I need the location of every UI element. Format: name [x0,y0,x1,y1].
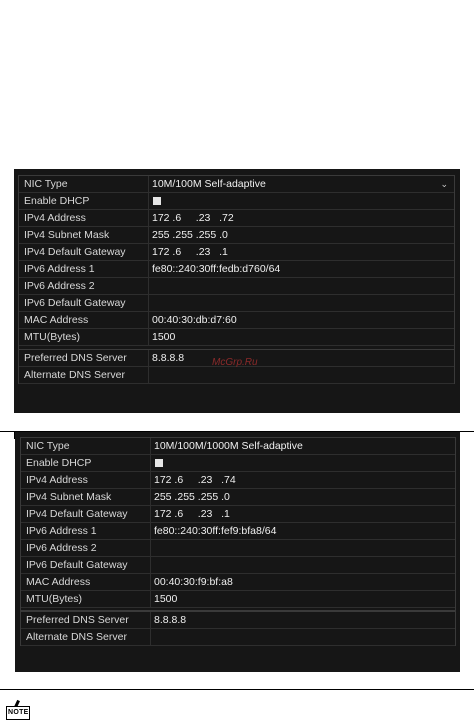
setting-row-alternate-dns-server: Alternate DNS Server [21,629,455,646]
ipv4-subnet-mask-field[interactable]: 255 .255 .255 .0 [151,489,455,505]
setting-label: MAC Address [19,312,149,328]
setting-label: IPv6 Default Gateway [19,295,149,311]
field-value: fe80::240:30ff:fef9:bfa8/64 [154,525,277,537]
setting-label: IPv4 Default Gateway [19,244,149,260]
watermark: McGrp.Ru [212,357,258,368]
setting-row-ipv6-address-1: IPv6 Address 1 fe80::240:30ff:fedb:d760/6… [19,261,454,278]
setting-row-ipv4-address: IPv4 Address 172 .6 .23 .72 [19,210,454,227]
ipv4-default-gateway-field[interactable]: 172 .6 .23 .1 [149,244,454,260]
alternate-dns-server-field[interactable] [151,629,455,645]
network-settings-panel-1: NIC Type 10M/100M Self-adaptive ⌄ Enable DH… [14,169,460,413]
setting-row-ipv6-address-1: IPv6 Address 1 fe80::240:30ff:fef9:bfa8/6… [21,523,455,540]
field-value: 10M/100M Self-adaptive [152,178,266,190]
checkbox-icon[interactable] [153,197,161,205]
setting-row-mac-address: MAC Address 00:40:30:db:d7:60 [19,312,454,329]
setting-label: IPv4 Address [21,472,151,488]
mac-address-field[interactable]: 00:40:30:db:d7:60 [149,312,454,328]
setting-row-ipv6-address-2: IPv6 Address 2 [21,540,455,557]
setting-label: IPv4 Subnet Mask [21,489,151,505]
ipv4-subnet-mask-field[interactable]: 255 .255 .255 .0 [149,227,454,243]
settings-grid-1: NIC Type 10M/100M Self-adaptive ⌄ Enable DH… [18,175,455,350]
setting-row-ipv6-address-2: IPv6 Address 2 [19,278,454,295]
settings-grid-2: NIC Type 10M/100M/1000M Self-adaptive Enab… [20,437,456,611]
setting-label: Preferred DNS Server [21,612,151,628]
field-value: 172 .6 .23 .74 [154,474,236,486]
setting-label: MAC Address [21,574,151,590]
chevron-down-icon[interactable]: ⌄ [440,176,448,192]
setting-label: Enable DHCP [21,455,151,471]
setting-row-mtu-bytes: MTU(Bytes) 1500 [21,591,455,608]
setting-row-ipv4-default-gateway: IPv4 Default Gateway 172 .6 .23 .1 [19,244,454,261]
setting-label: IPv4 Address [19,210,149,226]
setting-label: IPv4 Default Gateway [21,506,151,522]
ipv4-address-field[interactable]: 172 .6 .23 .72 [149,210,454,226]
setting-label: NIC Type [19,176,149,192]
field-value: fe80::240:30ff:fedb:d760/64 [152,263,281,275]
setting-label: MTU(Bytes) [19,329,149,345]
field-value: 1500 [154,593,178,605]
setting-row-alternate-dns-server: Alternate DNS Server [19,367,454,384]
setting-row-nic-type: NIC Type 10M/100M Self-adaptive ⌄ [19,176,454,193]
setting-label: NIC Type [21,438,151,454]
note-icon: NOTE [3,699,30,720]
mtu-bytes-field[interactable]: 1500 [151,591,455,607]
setting-label: IPv4 Subnet Mask [19,227,149,243]
setting-label: Alternate DNS Server [21,629,151,645]
field-value: 172 .6 .23 .1 [152,246,228,258]
setting-label: IPv6 Address 1 [19,261,149,277]
dns-grid-2: Preferred DNS Server 8.8.8.8 Alternate DNS… [20,611,456,646]
setting-row-nic-type: NIC Type 10M/100M/1000M Self-adaptive [21,438,455,455]
ipv6-default-gateway-field[interactable] [149,295,454,311]
field-value: 255 .255 .255 .0 [152,229,228,241]
ipv6-default-gateway-field[interactable] [151,557,455,573]
setting-label: Enable DHCP [19,193,149,209]
alternate-dns-server-field[interactable] [149,367,454,383]
field-value: 00:40:30:db:d7:60 [152,314,237,326]
setting-label: IPv6 Address 1 [21,523,151,539]
enable-dhcp-checkbox-cell[interactable] [151,455,455,471]
setting-row-mtu-bytes: MTU(Bytes) 1500 [19,329,454,346]
ipv6-address-2-field[interactable] [149,278,454,294]
preferred-dns-server-field[interactable]: 8.8.8.8 [149,350,454,366]
setting-label: MTU(Bytes) [21,591,151,607]
setting-row-enable-dhcp: Enable DHCP [19,193,454,210]
field-value: 172 .6 .23 .72 [152,212,234,224]
setting-row-ipv6-default-gateway: IPv6 Default Gateway [19,295,454,312]
checkbox-icon[interactable] [155,459,163,467]
network-settings-panel-2: NIC Type 10M/100M/1000M Self-adaptive Enab… [15,432,460,672]
setting-label: Alternate DNS Server [19,367,149,383]
field-value: 172 .6 .23 .1 [154,508,230,520]
nic-type-field[interactable]: 10M/100M/1000M Self-adaptive [151,438,455,454]
field-value: 1500 [152,331,176,343]
bottom-rule [0,689,474,690]
setting-label: Preferred DNS Server [19,350,149,366]
mac-address-field[interactable]: 00:40:30:f9:bf:a8 [151,574,455,590]
field-value: 8.8.8.8 [154,614,187,626]
ipv6-address-1-field[interactable]: fe80::240:30ff:fef9:bfa8/64 [151,523,455,539]
note-label: NOTE [8,709,29,716]
setting-row-ipv4-address: IPv4 Address 172 .6 .23 .74 [21,472,455,489]
field-value: 8.8.8.8 [152,352,185,364]
mtu-bytes-field[interactable]: 1500 [149,329,454,345]
setting-row-ipv4-subnet-mask: IPv4 Subnet Mask 255 .255 .255 .0 [19,227,454,244]
field-value: 00:40:30:f9:bf:a8 [154,576,233,588]
field-value: 255 .255 .255 .0 [154,491,230,503]
enable-dhcp-checkbox-cell[interactable] [149,193,454,209]
setting-row-ipv4-subnet-mask: IPv4 Subnet Mask 255 .255 .255 .0 [21,489,455,506]
field-value: 10M/100M/1000M Self-adaptive [154,440,303,452]
ipv6-address-1-field[interactable]: fe80::240:30ff:fedb:d760/64 [149,261,454,277]
ipv4-address-field[interactable]: 172 .6 .23 .74 [151,472,455,488]
setting-label: IPv6 Address 2 [19,278,149,294]
setting-row-mac-address: MAC Address 00:40:30:f9:bf:a8 [21,574,455,591]
setting-row-enable-dhcp: Enable DHCP [21,455,455,472]
setting-label: IPv6 Address 2 [21,540,151,556]
preferred-dns-server-field[interactable]: 8.8.8.8 [151,612,455,628]
ipv6-address-2-field[interactable] [151,540,455,556]
setting-row-preferred-dns-server: Preferred DNS Server 8.8.8.8 [21,612,455,629]
ipv4-default-gateway-field[interactable]: 172 .6 .23 .1 [151,506,455,522]
nic-type-field[interactable]: 10M/100M Self-adaptive ⌄ [149,176,454,192]
setting-row-ipv6-default-gateway: IPv6 Default Gateway [21,557,455,574]
setting-row-ipv4-default-gateway: IPv4 Default Gateway 172 .6 .23 .1 [21,506,455,523]
setting-label: IPv6 Default Gateway [21,557,151,573]
